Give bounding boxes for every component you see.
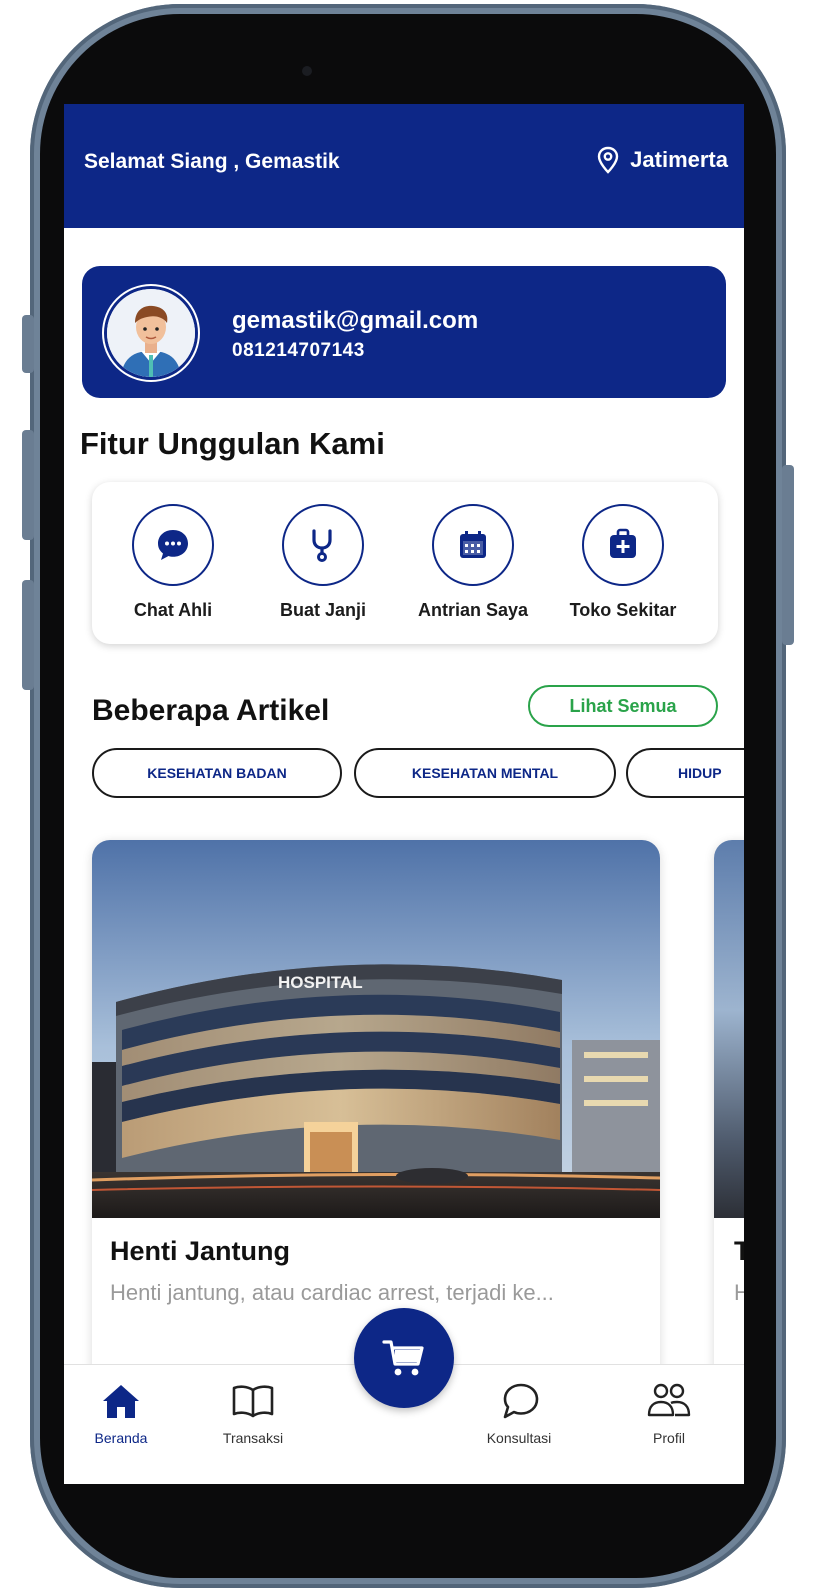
map-pin-icon — [597, 146, 619, 174]
calendar-icon — [460, 531, 486, 558]
feature-icon-circle — [132, 504, 214, 586]
profile-email: gemastik@gmail.com — [232, 307, 479, 334]
cart-button[interactable] — [354, 1308, 454, 1408]
feature-toko-sekitar[interactable]: Toko Sekitar — [548, 504, 698, 621]
hospital-sign: HOSPITAL — [278, 973, 363, 992]
location-selector[interactable]: Jatimerta — [596, 146, 728, 174]
profile-card[interactable]: gemastik@gmail.com 081214707143 — [82, 266, 726, 398]
feature-antrian-saya[interactable]: Antrian Saya — [398, 504, 548, 621]
feature-label: Antrian Saya — [417, 600, 529, 620]
category-chip-kesehatan-badan[interactable]: KESEHATAN BADAN — [92, 748, 342, 798]
chat-bubble-icon — [158, 530, 188, 560]
article-description: H — [734, 1280, 744, 1305]
feature-buat-janji[interactable]: Buat Janji — [248, 504, 398, 621]
article-title: Henti Jantung — [110, 1236, 290, 1266]
users-icon — [647, 1383, 691, 1417]
nav-label: Konsultasi — [486, 1430, 552, 1446]
avatar[interactable] — [104, 286, 198, 380]
feature-label: Chat Ahli — [133, 600, 213, 620]
see-all-button[interactable]: Lihat Semua — [528, 685, 718, 727]
user-avatar-icon — [107, 289, 195, 377]
article-title: T — [734, 1236, 744, 1266]
article-description: Henti jantung, atau cardiac arrest, terj… — [110, 1280, 554, 1305]
feature-icon-circle — [282, 504, 364, 586]
front-camera — [302, 66, 312, 76]
phone-side-button — [22, 580, 34, 690]
feature-icon-circle — [432, 504, 514, 586]
features-title: Fitur Unggulan Kami — [80, 426, 385, 461]
features-panel: Chat Ahli Buat Janji Antrian Saya Toko S… — [92, 482, 718, 644]
articles-title: Beberapa Artikel — [92, 694, 330, 727]
feature-label: Toko Sekitar — [569, 600, 677, 620]
feature-icon-circle — [582, 504, 664, 586]
article-card[interactable]: T H — [714, 840, 744, 1400]
location-label: Jatimerta — [630, 147, 728, 172]
greeting-text: Selamat Siang , Gemastik — [84, 150, 340, 173]
chat-outline-icon — [503, 1383, 539, 1419]
feature-chat-ahli[interactable]: Chat Ahli — [98, 504, 248, 621]
shopping-cart-icon — [382, 1340, 424, 1376]
nav-item-transaksi[interactable]: Transaksi — [198, 1381, 308, 1446]
phone-side-button — [22, 315, 34, 373]
home-icon — [103, 1385, 139, 1418]
hospital-photo: HOSPITAL — [92, 840, 660, 1218]
phone-power-button — [782, 465, 794, 645]
book-icon — [232, 1385, 274, 1418]
nav-item-profil[interactable]: Profil — [614, 1381, 724, 1446]
phone-side-button — [22, 430, 34, 540]
nav-label: Beranda — [94, 1430, 148, 1446]
nav-label: Transaksi — [222, 1430, 284, 1446]
category-chip-kesehatan-mental[interactable]: KESEHATAN MENTAL — [354, 748, 616, 798]
medical-bag-icon — [610, 528, 636, 558]
profile-phone: 081214707143 — [232, 340, 365, 361]
nav-item-beranda[interactable]: Beranda — [66, 1381, 176, 1446]
feature-label: Buat Janji — [279, 600, 367, 620]
category-chip-hidup[interactable]: HIDUP — [626, 748, 744, 798]
top-header: Selamat Siang , Gemastik Jatimerta — [64, 104, 744, 228]
nav-item-konsultasi[interactable]: Konsultasi — [464, 1381, 574, 1446]
article-image — [714, 840, 744, 1218]
nav-label: Profil — [653, 1430, 685, 1446]
app-screen: Selamat Siang , Gemastik Jatimerta gemas… — [64, 104, 744, 1484]
stethoscope-icon — [312, 529, 332, 562]
